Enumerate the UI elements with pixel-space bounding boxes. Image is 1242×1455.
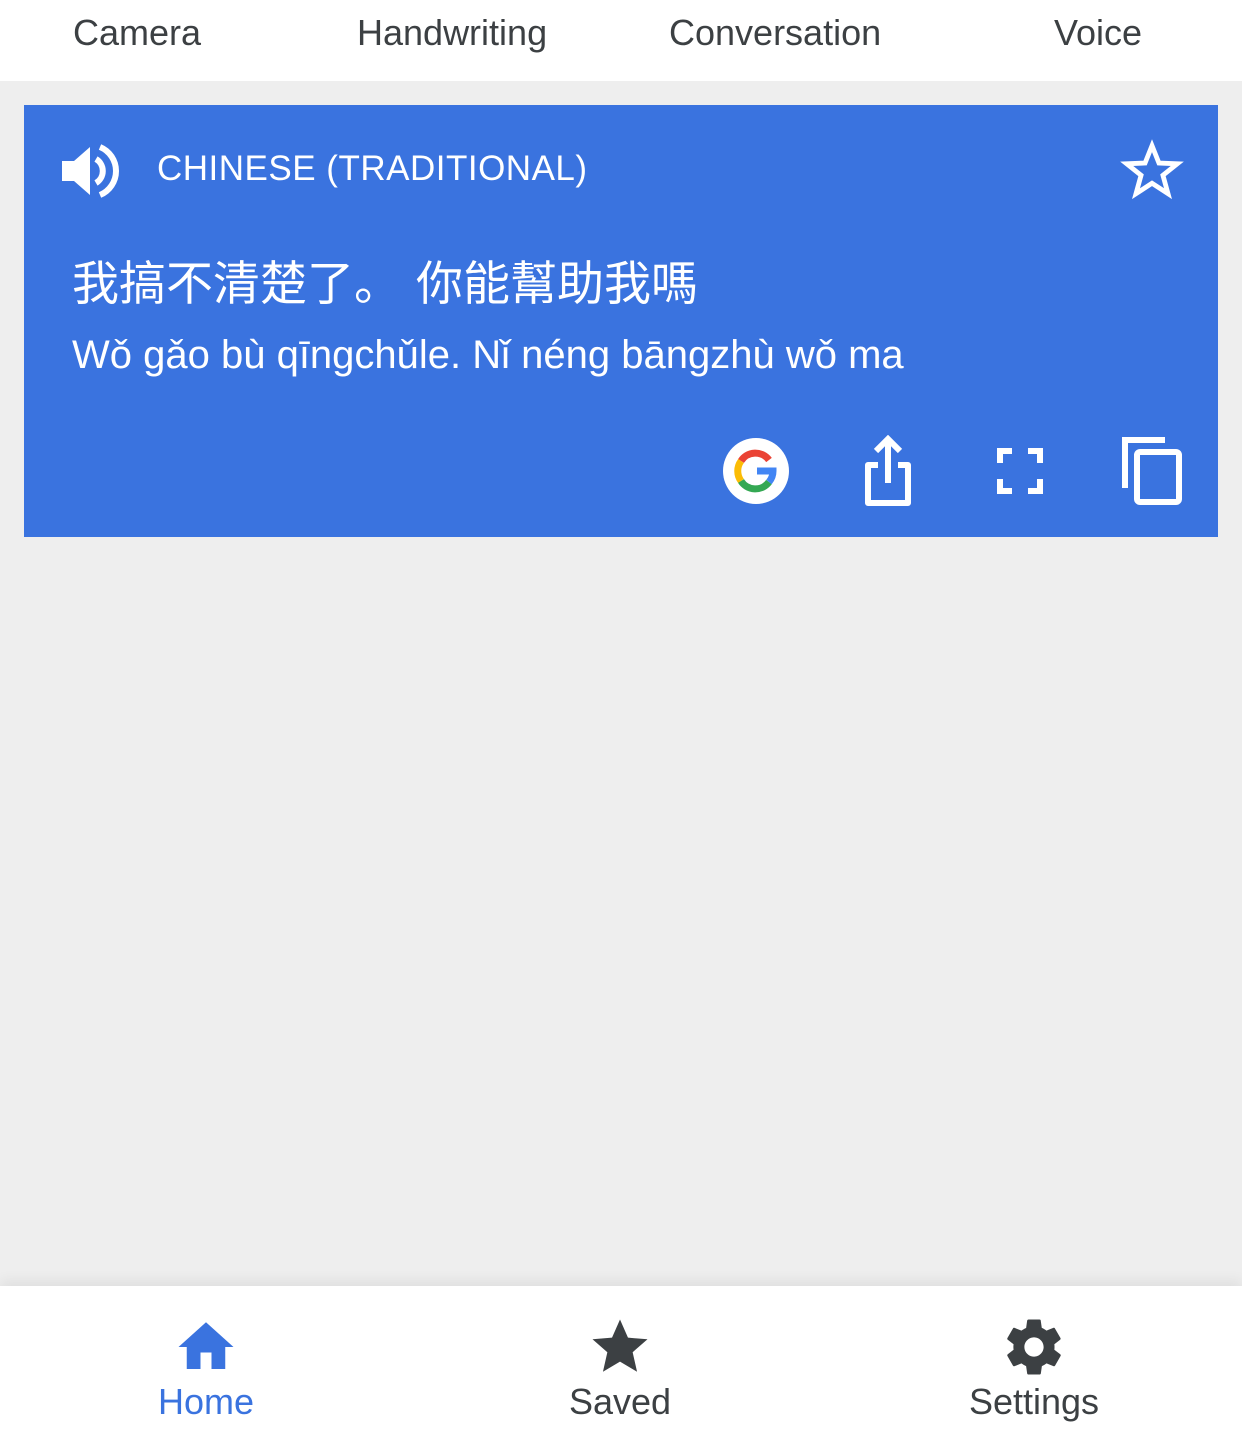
speak-button[interactable] (60, 143, 120, 199)
google-logo-icon (723, 438, 789, 504)
tab-handwriting[interactable]: Handwriting (357, 12, 547, 54)
copy-button[interactable] (1116, 435, 1188, 507)
copy-icon (1122, 437, 1182, 505)
star-icon (592, 1319, 648, 1372)
home-icon (178, 1322, 234, 1369)
share-icon (865, 435, 911, 506)
star-outline-icon (1120, 139, 1184, 200)
nav-home-label: Home (157, 1381, 255, 1422)
translation-card: CHINESE (TRADITIONAL) 我搞不清楚了。 你能幫助我嗎 Wǒ … (24, 105, 1218, 537)
nav-settings-label: Settings (968, 1381, 1100, 1422)
bottom-navigation: Home Saved Settings (0, 1286, 1242, 1455)
nav-settings[interactable]: Settings (884, 1286, 1184, 1436)
fullscreen-button[interactable] (984, 435, 1056, 507)
nav-saved-label: Saved (568, 1381, 672, 1422)
tab-voice[interactable]: Voice (1054, 12, 1142, 54)
tab-conversation[interactable]: Conversation (669, 12, 881, 54)
share-button[interactable] (852, 435, 924, 507)
save-translation-button[interactable] (1118, 139, 1186, 203)
fullscreen-icon (997, 448, 1043, 494)
source-text: 我搞不清楚了。 你能幫助我嗎 (72, 257, 698, 312)
google-search-button[interactable] (720, 435, 792, 507)
nav-home[interactable]: Home (56, 1286, 356, 1436)
romanization-text: Wǒ gǎo bù qīngchǔle. Nǐ néng bāngzhù wǒ … (72, 333, 904, 377)
gear-icon (1007, 1319, 1061, 1375)
mode-tab-bar: Camera Handwriting Conversation Voice (0, 0, 1242, 81)
nav-saved[interactable]: Saved (470, 1286, 770, 1436)
volume-up-icon (62, 144, 119, 198)
tab-camera[interactable]: Camera (73, 12, 201, 54)
language-label: CHINESE (TRADITIONAL) (157, 149, 588, 188)
